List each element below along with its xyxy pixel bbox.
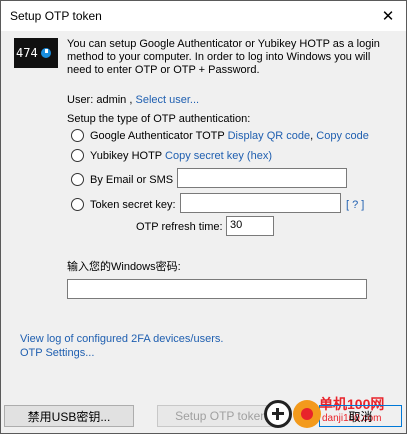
token-secret-label: Token secret key: [90, 199, 176, 211]
token-secret-field[interactable] [180, 193, 341, 213]
setup-otp-dialog: Setup OTP token ✕ 474 You can setup Goog… [0, 0, 407, 434]
select-user-link[interactable]: Select user... [135, 94, 199, 106]
close-icon[interactable]: ✕ [370, 1, 406, 31]
otp-clock-icon [40, 48, 51, 58]
email-sms-label: By Email or SMS : [90, 174, 180, 186]
yubikey-option-row: Yubikey HOTP Copy secret key (hex) [90, 150, 272, 162]
windows-password-field[interactable] [67, 279, 367, 299]
email-sms-field[interactable] [177, 168, 347, 188]
email-sms-radio[interactable] [71, 173, 84, 186]
window-title: Setup OTP token [10, 9, 102, 23]
yubikey-hotp-radio[interactable] [71, 149, 84, 162]
user-row: User: admin , Select user... [67, 94, 199, 106]
watermark-record-icon [293, 400, 321, 428]
display-qr-link[interactable]: Display QR code [228, 130, 311, 142]
disable-usb-key-button[interactable]: 禁用USB密钥... [4, 405, 134, 427]
copy-secret-hex-link[interactable]: Copy secret key (hex) [165, 150, 272, 162]
yubikey-hotp-label: Yubikey HOTP [90, 150, 162, 162]
help-link[interactable]: [ ? ] [346, 199, 364, 211]
watermark-plus-icon [264, 400, 292, 428]
copy-code-link[interactable]: Copy code [316, 130, 369, 142]
google-option-row: Google Authenticator TOTP Display QR cod… [90, 130, 369, 142]
link-separator: , [310, 130, 314, 142]
refresh-time-label: OTP refresh time: [136, 221, 223, 233]
title-bar[interactable]: Setup OTP token ✕ [1, 1, 406, 31]
refresh-time-field[interactable]: 30 [226, 216, 274, 236]
google-totp-radio[interactable] [71, 129, 84, 142]
cancel-button[interactable]: 取消 [319, 405, 402, 427]
logo-text: 474 [16, 46, 38, 60]
otp-settings-link[interactable]: OTP Settings... [20, 347, 94, 359]
setup-type-label: Setup the type of OTP authentication: [67, 113, 251, 125]
intro-text: You can setup Google Authenticator or Yu… [67, 38, 380, 76]
view-log-link[interactable]: View log of configured 2FA devices/users… [20, 333, 223, 345]
user-label: User: admin , [67, 94, 133, 106]
token-secret-radio[interactable] [71, 198, 84, 211]
google-totp-label: Google Authenticator TOTP [90, 130, 225, 142]
otp-logo: 474 [14, 38, 58, 68]
password-label: 输入您的Windows密码: [67, 261, 181, 273]
